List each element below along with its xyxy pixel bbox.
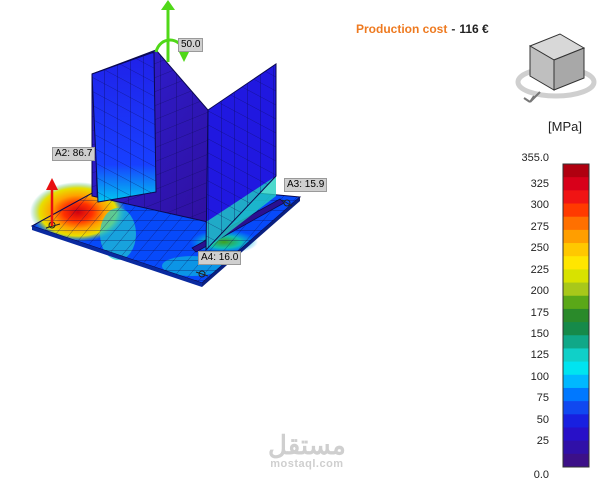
legend-swatch [563,256,589,270]
legend-swatch [563,361,589,376]
legend-tick-label: 325 [530,178,549,190]
legend-swatch [563,216,589,231]
legend-tick-label: 175 [530,306,549,319]
legend-swatch [563,440,589,455]
legend-swatch [563,243,589,257]
support-label-a2: A2: 86.7 [52,147,96,161]
legend-tick-label: 300 [530,199,549,212]
legend-tick-label: 125 [530,349,549,362]
legend-swatch [563,453,589,468]
production-cost-value: 116 € [459,22,489,36]
legend-swatch [563,348,589,363]
legend-tick-label: 25 [536,435,549,447]
legend-swatch [563,401,589,415]
production-cost-separator: - [451,22,456,36]
view-cube-icon[interactable] [515,33,597,103]
legend-swatch [563,190,589,205]
legend-min-label: 0.0 [533,469,549,481]
legend-swatch [563,164,589,178]
stress-color-legend [562,163,590,468]
watermark-latin: mostaql.com [270,458,344,470]
legend-tick-label: 100 [530,370,549,383]
legend-swatch [563,308,589,323]
left-flange [91,51,157,203]
legend-swatch [563,282,589,297]
watermark: مستقل mostaql.com [268,432,346,470]
legend-tick-label: 50 [536,413,549,426]
legend-tick-label: 275 [530,220,549,233]
legend-swatch [563,427,589,442]
legend-swatch [563,295,589,310]
legend-tick-label: 225 [530,263,549,276]
legend-tick-label: 200 [530,285,549,298]
legend-swatch [563,322,589,336]
legend-swatch [563,335,589,349]
legend-swatch [563,414,589,428]
legend-swatch [563,387,589,402]
legend-swatch [563,374,589,389]
watermark-arabic: مستقل [268,430,346,460]
production-cost-label: Production cost [356,22,448,36]
legend-max-label: 355.0 [521,152,549,164]
legend-swatch [563,269,589,284]
moment-label: 50.0 [178,38,204,52]
legend-tick-label: 150 [530,327,549,340]
support-label-a4: A4: 16.0 [198,251,242,265]
axial-load-arrow-icon [161,0,175,62]
legend-tick-label: 75 [536,392,549,405]
production-cost: Production cost -116 € [356,22,489,36]
legend-tick-label: 250 [530,242,549,255]
support-label-a3: A3: 15.9 [284,178,328,192]
legend-swatch [563,177,589,191]
legend-swatch [563,229,589,244]
legend-swatch [563,203,589,218]
legend-unit: [MPa] [548,119,582,134]
